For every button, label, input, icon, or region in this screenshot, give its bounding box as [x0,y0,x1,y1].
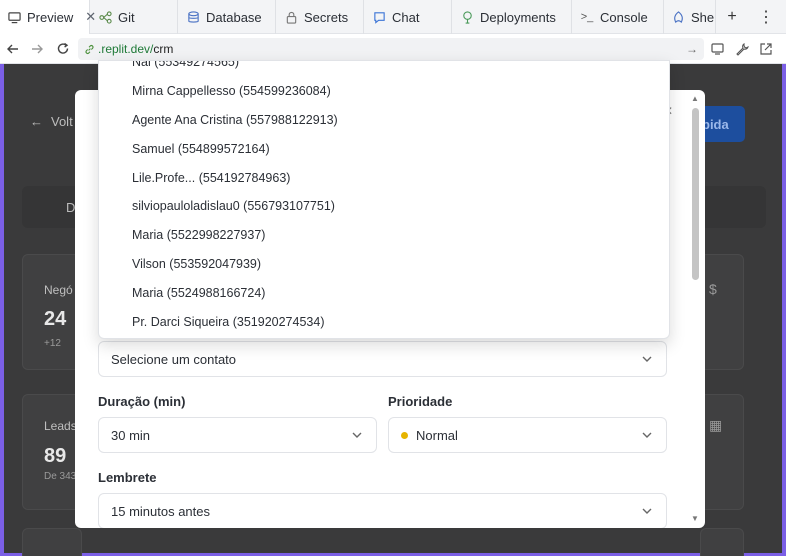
tab-shell[interactable]: Shell [664,0,716,34]
leads-card-edge: ▦ [700,394,744,510]
back-link: ← Volt [30,114,73,129]
link-icon [84,44,95,55]
next-card [22,528,82,556]
url-domain: .replit.dev/ [98,42,154,56]
leads-card: Leads 89 De 343 [22,394,82,510]
tab-secrets[interactable]: Secrets [276,0,364,34]
reminder-select[interactable]: 15 minutos antes [98,493,667,528]
preview-frame-border [0,64,4,556]
tab-deployments[interactable]: Deployments [452,0,572,34]
shell-icon [672,10,685,24]
tab-label: Deployments [480,9,556,25]
contact-option[interactable]: Pr. Darci Siqueira (351920274534) [132,315,324,329]
preview-frame-border [782,64,786,556]
back-arrow-icon: ← [30,114,43,129]
tab-git[interactable]: Git [90,0,178,34]
chevron-down-icon [350,428,364,442]
deployments-icon [460,10,474,24]
monitor-icon [8,10,21,24]
tab-label: Database [206,9,262,25]
browser-tab-bar: Preview ✕ Git Database Secrets Chat Depl… [0,0,786,34]
priority-label: Prioridade [388,394,453,409]
go-arrow-icon[interactable]: → [686,42,698,56]
open-new-window-icon[interactable] [756,34,776,64]
contact-option[interactable]: Lile.Profe... (554192784963) [132,171,290,185]
tab-preview[interactable]: Preview ✕ [0,0,96,34]
tab-label: Preview [27,9,74,25]
devices-icon[interactable] [708,34,728,64]
duration-label: Duração (min) [98,394,186,409]
card-sub: De 343 [44,471,77,482]
chat-icon [372,10,386,24]
wrench-icon[interactable] [732,34,752,64]
card-label: Leads [44,419,77,433]
duration-value: 30 min [111,427,151,443]
new-tab-button[interactable]: + [722,0,742,34]
modal-scrollbar-thumb[interactable] [692,108,699,280]
card-value: 89 [44,445,67,467]
quick-action-label: pida [702,116,729,132]
dollar-icon: $ [709,281,717,297]
console-icon: >_ [580,11,594,23]
priority-select[interactable]: Normal [388,417,667,453]
git-icon [98,10,112,24]
deals-card-edge: $ [700,254,744,370]
reminder-value: 15 minutos antes [111,503,211,519]
url-path: crm [153,42,174,56]
contact-option[interactable]: Agente Ana Cristina (557988122913) [132,113,338,127]
contact-option[interactable]: silviopauloladislau0 (556793107751) [132,199,335,213]
tab-label: Secrets [304,9,349,25]
url-field[interactable]: .replit.dev/crm → [78,38,704,60]
reload-icon[interactable] [52,34,74,64]
deals-card: Negó 24 +12 [22,254,82,370]
scroll-down-arrow-icon[interactable]: ▼ [690,514,700,524]
tab-label: Git [118,9,135,25]
contact-dropdown-list[interactable]: Nai (55349274565) Mirna Cappellesso (554… [98,60,670,339]
card-value: 24 [44,308,67,330]
lock-icon [284,10,298,24]
back-arrow-icon[interactable] [2,34,24,64]
reminder-label: Lembrete [98,470,157,485]
background-tab-label: D [66,200,76,215]
building-icon: ▦ [709,417,723,433]
back-label: Volt [51,114,73,129]
contact-option[interactable]: Nai (55349274565) [132,61,239,69]
contact-option[interactable]: Samuel (554899572164) [132,142,270,156]
contact-option[interactable]: Vilson (553592047939) [132,257,261,271]
chevron-down-icon [640,428,654,442]
next-card-edge [700,528,744,556]
priority-value: Normal [416,427,458,443]
contact-option[interactable]: Maria (5522998227937) [132,228,265,242]
tab-console[interactable]: >_ Console [572,0,664,34]
contact-select-value: Selecione um contato [111,351,237,367]
forward-arrow-icon[interactable] [26,34,48,64]
contact-select[interactable]: Selecione um contato [98,341,667,377]
tab-label: Chat [392,9,420,25]
duration-select[interactable]: 30 min [98,417,377,453]
more-options-icon[interactable]: ⋮ [756,0,776,34]
tab-chat[interactable]: Chat [364,0,452,34]
tab-database[interactable]: Database [178,0,276,34]
chevron-down-icon [640,352,654,366]
database-icon [186,10,200,24]
tab-label: Console [600,9,648,25]
priority-dot [401,431,408,439]
chevron-down-icon [640,504,654,518]
scroll-up-arrow-icon[interactable]: ▲ [690,94,700,104]
contact-option[interactable]: Maria (5524988166724) [132,286,265,300]
card-sub: +12 [44,338,61,349]
contact-option[interactable]: Mirna Cappellesso (554599236084) [132,84,331,98]
tab-label: Shell [691,9,715,25]
card-label: Negó [44,283,73,297]
